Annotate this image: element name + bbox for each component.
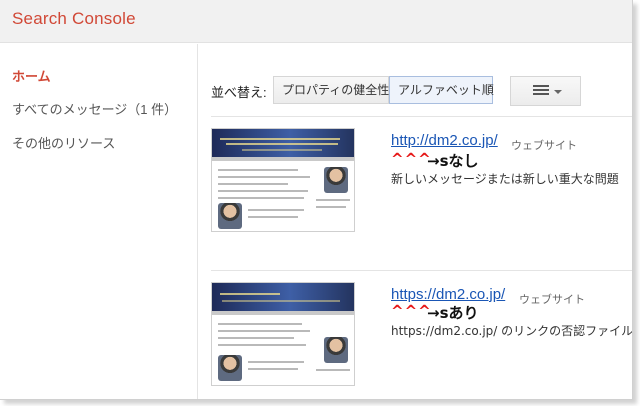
site-thumbnail[interactable]: [211, 282, 355, 386]
property-url[interactable]: https://dm2.co.jp/: [391, 286, 505, 303]
sort-alphabetical-button[interactable]: アルファベット順: [389, 76, 494, 104]
site-thumbnail[interactable]: [211, 128, 355, 232]
sort-label: 並べ替え:: [211, 85, 267, 100]
sidebar-item-home[interactable]: ホーム: [12, 66, 51, 85]
annotation-text: →sなし: [427, 152, 479, 170]
sort-by-health-button[interactable]: プロパティの健全性: [273, 76, 389, 104]
app-title[interactable]: Search Console: [12, 9, 136, 29]
property-row: https://dm2.co.jp/ ウェブサイト ^^^ →sあり https…: [199, 270, 632, 399]
search-console-window: Search Console ホーム すべてのメッセージ（1 件） その他のリソ…: [0, 0, 633, 400]
app-header: Search Console: [0, 0, 632, 43]
sidebar-item-all-messages[interactable]: すべてのメッセージ（1 件）: [12, 99, 177, 118]
divider: [211, 270, 632, 271]
property-message[interactable]: https://dm2.co.jp/ のリンクの否認ファイル: [391, 322, 632, 339]
main-content: 並べ替え: プロパティの健全性 アルファベット順 http://dm2.co.j…: [199, 44, 632, 399]
chevron-down-icon: [554, 90, 562, 94]
property-row: http://dm2.co.jp/ ウェブサイト ^^^ →sなし 新しいメッセ…: [199, 116, 632, 256]
annotation-text: →sあり: [427, 304, 479, 322]
list-icon: [533, 85, 549, 98]
divider: [211, 116, 632, 117]
property-message[interactable]: 新しいメッセージまたは新しい重大な問題: [391, 170, 619, 187]
property-url[interactable]: http://dm2.co.jp/: [391, 132, 498, 149]
sidebar-item-other-resources[interactable]: その他のリソース: [12, 133, 115, 152]
view-mode-dropdown[interactable]: [510, 76, 581, 106]
annotation-marks: ^^^: [391, 302, 432, 320]
annotation-marks: ^^^: [391, 150, 432, 168]
property-type: ウェブサイト: [519, 294, 585, 306]
sidebar: ホーム すべてのメッセージ（1 件） その他のリソース: [0, 44, 198, 399]
property-type: ウェブサイト: [511, 140, 577, 152]
